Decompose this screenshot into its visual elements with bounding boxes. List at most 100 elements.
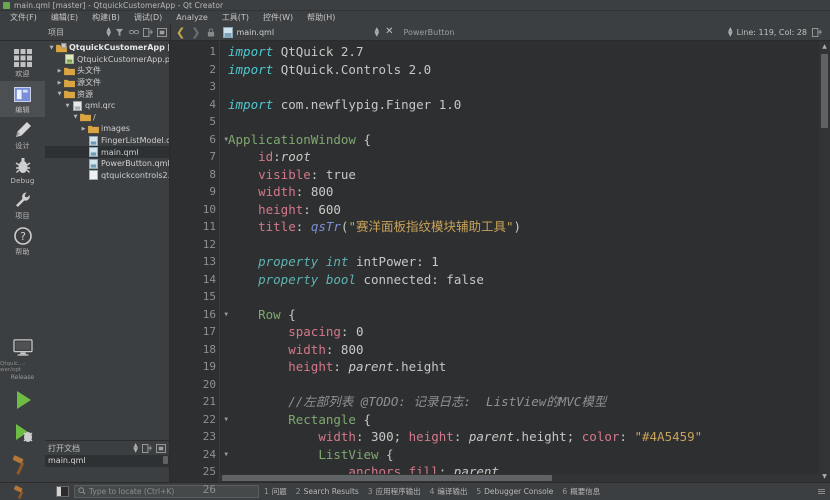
search-input[interactable]: Type to locate (Ctrl+K) xyxy=(74,485,259,498)
add-split-icon[interactable] xyxy=(142,27,153,38)
build-button[interactable] xyxy=(0,449,45,482)
back-arrow-icon[interactable]: ❮ xyxy=(175,27,186,38)
sidebar-toggle-icon[interactable] xyxy=(56,486,69,497)
output-panel-button[interactable]: 4 编译输出 xyxy=(430,486,468,497)
mode-button-projects-wrench[interactable]: 项目 xyxy=(0,187,45,223)
file-selector-spinner[interactable]: ▲ ▼ xyxy=(374,26,379,37)
scroll-up-icon[interactable]: ▲ xyxy=(819,41,830,52)
resize-grip-icon[interactable] xyxy=(818,489,825,494)
chevron-right-icon[interactable]: ▶ xyxy=(55,68,64,74)
output-panel-button[interactable]: 3 应用程序输出 xyxy=(368,486,421,497)
menu-item-3[interactable]: 调试(D) xyxy=(128,12,168,24)
code-line[interactable]: import com.newflypig.Finger 1.0 xyxy=(228,96,830,114)
menu-item-0[interactable]: 文件(F) xyxy=(4,12,43,24)
lock-icon[interactable] xyxy=(205,27,216,38)
menu-item-5[interactable]: 工具(T) xyxy=(216,12,255,24)
open-documents-list[interactable]: main.qml xyxy=(45,455,169,482)
editor-vertical-scrollbar[interactable]: ▲ ▼ xyxy=(819,41,830,482)
fold-toggle-icon[interactable]: ▼ xyxy=(224,311,228,318)
mode-button-welcome-grid[interactable]: 欢迎 xyxy=(0,45,45,81)
open-documents-selector[interactable]: ▲ ▼ xyxy=(133,442,138,453)
code-line[interactable]: id:root xyxy=(228,148,830,166)
tree-item[interactable]: QtquickCustomerApp.pro xyxy=(45,54,169,66)
project-panel-selector[interactable]: ▲ ▼ xyxy=(106,26,111,37)
code-line[interactable]: import QtQuick 2.7 xyxy=(228,43,830,61)
line-col-indicator[interactable]: Line: 119, Col: 28 xyxy=(737,28,807,37)
close-split-icon[interactable] xyxy=(155,443,166,454)
menu-item-7[interactable]: 帮助(H) xyxy=(301,12,341,24)
fold-toggle-icon[interactable]: ▼ xyxy=(224,416,228,423)
code-line[interactable]: title: qsTr("赛洋面板指纹模块辅助工具") xyxy=(228,218,830,236)
code-line[interactable]: width: 300; height: parent.height; color… xyxy=(228,428,830,446)
close-icon[interactable]: ✕ xyxy=(383,27,395,37)
code-line[interactable]: visible: true xyxy=(228,166,830,184)
chevron-right-icon[interactable]: ▶ xyxy=(79,126,88,132)
add-split-icon[interactable] xyxy=(141,443,152,454)
run-button[interactable] xyxy=(0,383,45,416)
output-panel-button[interactable]: 6 概要信息 xyxy=(562,486,600,497)
code-area[interactable]: import QtQuick 2.7 import QtQuick.Control… xyxy=(220,41,830,482)
forward-arrow-icon[interactable]: ❯ xyxy=(190,27,201,38)
output-panel-button[interactable]: 1 问题 xyxy=(264,486,287,497)
tree-item[interactable]: PowerButton.qml xyxy=(45,158,169,170)
tree-item[interactable]: ▼ QtquickCustomerApp [master] xyxy=(45,42,169,54)
close-split-icon[interactable] xyxy=(156,27,167,38)
fold-toggle-icon[interactable]: ▼ xyxy=(224,136,228,143)
open-documents-scrollbar[interactable] xyxy=(163,456,168,464)
tree-item[interactable]: ▼ qml.qrc xyxy=(45,100,169,112)
code-line[interactable]: Row { xyxy=(228,306,830,324)
tree-item[interactable]: ▶ images xyxy=(45,123,169,135)
tree-item[interactable]: qtquickcontrols2.conf xyxy=(45,170,169,182)
code-line[interactable]: spacing: 0 xyxy=(228,323,830,341)
mode-button-help-question[interactable]: ? 帮助 xyxy=(0,223,45,259)
tree-item[interactable]: ▶ 源文件 xyxy=(45,77,169,89)
code-line[interactable] xyxy=(228,376,830,394)
chevron-down-icon[interactable]: ▼ xyxy=(63,103,72,109)
split-pane-icon[interactable] xyxy=(811,27,822,38)
kit-selector[interactable]: Qtquic...-wer/opt Release xyxy=(0,339,45,383)
mode-button-debug-bug[interactable]: Debug xyxy=(0,153,45,187)
chevron-down-icon[interactable]: ▼ xyxy=(55,91,64,97)
code-line[interactable] xyxy=(228,236,830,254)
current-file-tab[interactable]: main.qml xyxy=(220,25,371,39)
code-line[interactable]: width: 800 xyxy=(228,341,830,359)
menu-item-4[interactable]: Analyze xyxy=(170,12,214,24)
code-line[interactable]: ListView { xyxy=(228,446,830,464)
code-line[interactable]: import QtQuick.Controls 2.0 xyxy=(228,61,830,79)
code-line[interactable]: property bool connected: false xyxy=(228,271,830,289)
editor-hscroll-thumb[interactable] xyxy=(222,475,552,481)
tree-item[interactable]: main.qml xyxy=(45,146,169,158)
menu-item-1[interactable]: 编辑(E) xyxy=(45,12,84,24)
link-editor-icon[interactable] xyxy=(128,27,139,38)
line-col-spinner[interactable]: ▲ ▼ xyxy=(728,26,733,37)
tree-item[interactable]: FingerListModel.qml xyxy=(45,135,169,147)
open-document-item[interactable]: main.qml xyxy=(45,455,169,467)
debug-button[interactable] xyxy=(0,416,45,449)
editor-horizontal-scrollbar[interactable] xyxy=(220,474,819,482)
code-line[interactable]: height: parent.height xyxy=(228,358,830,376)
editor-vscroll-thumb[interactable] xyxy=(821,54,828,128)
breadcrumb[interactable]: PowerButton xyxy=(403,28,454,37)
code-line[interactable]: ApplicationWindow { xyxy=(228,131,830,149)
chevron-down-icon[interactable]: ▼ xyxy=(47,45,56,51)
output-panel-button[interactable]: 5 Debugger Console xyxy=(476,487,553,496)
code-line[interactable]: width: 800 xyxy=(228,183,830,201)
tree-item[interactable]: ▶ 头文件 xyxy=(45,65,169,77)
code-line[interactable]: height: 600 xyxy=(228,201,830,219)
code-line[interactable]: property int intPower: 1 xyxy=(228,253,830,271)
code-line[interactable]: Rectangle { xyxy=(228,411,830,429)
fold-toggle-icon[interactable]: ▼ xyxy=(224,451,228,458)
code-line[interactable] xyxy=(228,288,830,306)
code-line[interactable] xyxy=(228,113,830,131)
mode-button-edit-panel[interactable]: 编辑 xyxy=(0,81,45,117)
project-tree[interactable]: ▼ QtquickCustomerApp [master]QtquickCusto… xyxy=(45,41,169,440)
menu-item-6[interactable]: 控件(W) xyxy=(257,12,299,24)
code-line[interactable] xyxy=(228,78,830,96)
output-panel-button[interactable]: 2 Search Results xyxy=(296,487,359,496)
chevron-down-icon[interactable]: ▼ xyxy=(71,114,80,120)
mode-button-design-pen[interactable]: 设计 xyxy=(0,117,45,153)
menu-item-2[interactable]: 构建(B) xyxy=(86,12,126,24)
scroll-down-icon[interactable]: ▼ xyxy=(819,471,830,482)
code-line[interactable]: //左部列表 @TODO: 记录日志: ListView的MVC模型 xyxy=(228,393,830,411)
chevron-right-icon[interactable]: ▶ xyxy=(55,80,64,86)
